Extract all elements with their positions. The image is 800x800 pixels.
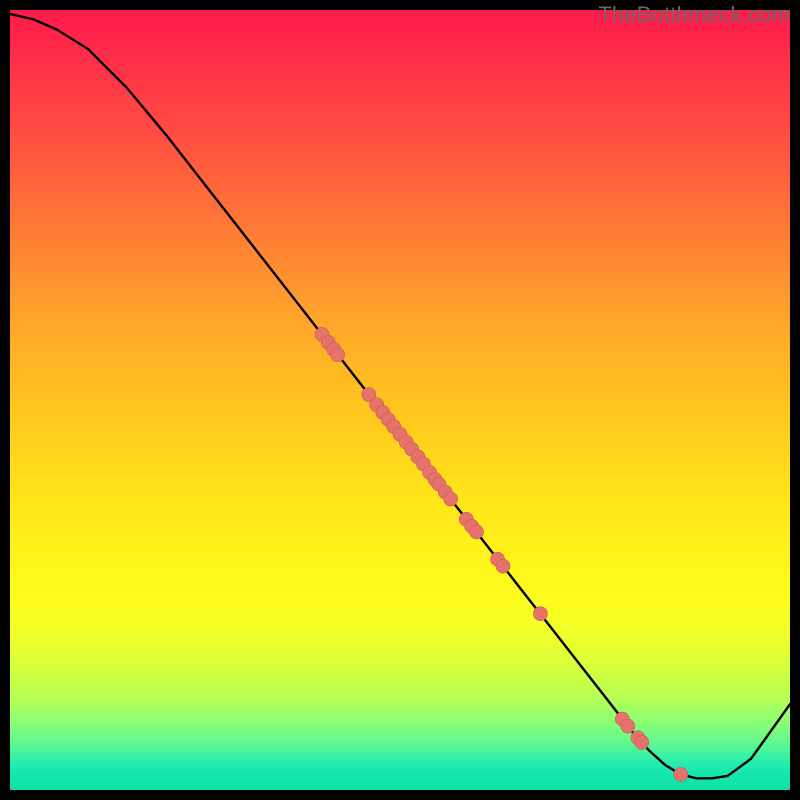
bottleneck-curve <box>10 14 790 778</box>
data-marker <box>331 348 345 362</box>
data-marker <box>621 719 635 733</box>
data-marker <box>533 607 547 621</box>
plot-area <box>10 10 790 790</box>
data-marker <box>496 559 510 573</box>
watermark-text: TheBottleneck.com <box>598 2 790 28</box>
chart-svg <box>10 10 790 790</box>
data-marker <box>469 525 483 539</box>
data-markers <box>315 327 688 781</box>
data-marker <box>674 767 688 781</box>
data-marker <box>635 735 649 749</box>
data-marker <box>444 492 458 506</box>
chart-container: TheBottleneck.com <box>0 0 800 800</box>
